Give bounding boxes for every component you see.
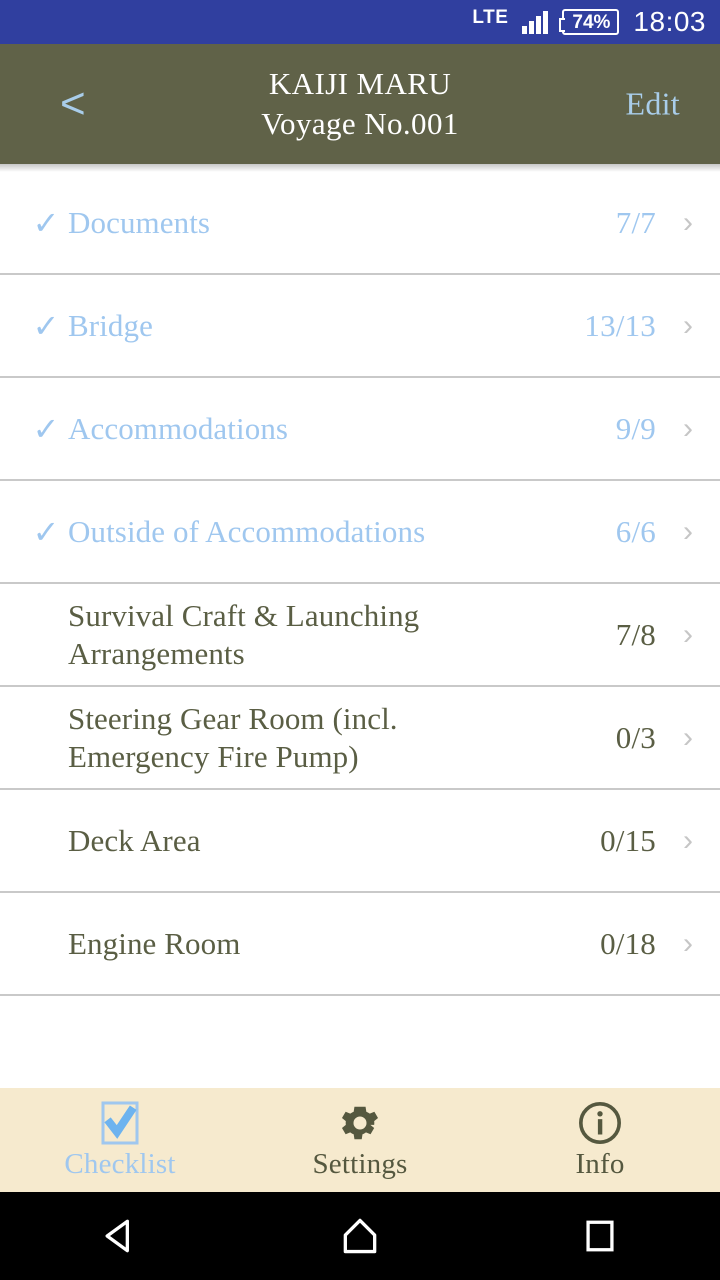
tab-info[interactable]: Info [480, 1100, 720, 1181]
edit-button[interactable]: Edit [625, 86, 680, 123]
vessel-name-label: KAIJI MARU [268, 66, 452, 102]
voyage-number-label: Voyage No.001 [261, 106, 459, 141]
home-icon [343, 1218, 377, 1254]
tab-checklist-label: Checklist [64, 1147, 176, 1180]
clock-label: 18:03 [633, 6, 706, 37]
nav-back-button[interactable] [60, 1192, 180, 1280]
chevron-right-icon: › [683, 823, 693, 857]
battery-icon: 74% [559, 9, 620, 35]
check-icon: ✓ [32, 307, 60, 344]
checklist-row[interactable]: ✓ Accommodations 9/9 › [0, 378, 720, 481]
android-nav-bar [0, 1192, 720, 1280]
square-recents-icon [586, 1220, 614, 1252]
checklist-row-label: Survival Craft & Launching Arrangements [68, 597, 420, 671]
check-placeholder: ✓ [24, 825, 68, 857]
page-title: KAIJI MARU Voyage No.001 [261, 64, 459, 143]
checklist-row-label: Bridge [68, 307, 153, 343]
checkbox-checked-icon [98, 1100, 142, 1146]
check-icon: ✓ [32, 410, 60, 447]
checklist-row[interactable]: ✓ Documents 7/7 › [0, 172, 720, 275]
check-placeholder: ✓ [24, 619, 68, 651]
chevron-right-icon: › [683, 514, 693, 548]
checklist-row-count: 0/15 [600, 822, 656, 858]
back-chevron-icon[interactable]: < [44, 76, 102, 132]
checklist-row[interactable]: ✓Engine Room 0/18 › [0, 893, 720, 996]
checklist-row[interactable]: ✓ Bridge 13/13 › [0, 275, 720, 378]
battery-percent-label: 74% [572, 11, 611, 33]
checklist-row-count: 0/18 [600, 925, 656, 961]
chevron-right-icon: › [683, 926, 693, 960]
triangle-back-icon [105, 1219, 129, 1253]
check-placeholder: ✓ [24, 928, 68, 960]
checklist-row-count: 0/3 [615, 719, 656, 755]
chevron-right-icon: › [683, 308, 693, 342]
checklist-row-count: 6/6 [615, 513, 656, 549]
checklist-row-count: 9/9 [615, 410, 656, 446]
chevron-right-icon: › [683, 205, 693, 239]
status-bar: LTE 74% 18:03 [0, 0, 720, 44]
app-header: < KAIJI MARU Voyage No.001 Edit [0, 44, 720, 164]
tab-settings[interactable]: Settings [240, 1100, 480, 1181]
info-circle-icon [577, 1100, 623, 1146]
checklist-row-count: 7/8 [615, 616, 656, 652]
checklist-row[interactable]: ✓Steering Gear Room (incl. Emergency Fir… [0, 687, 720, 790]
checklist-row-label: Accommodations [68, 410, 289, 446]
check-icon: ✓ [32, 513, 60, 550]
checklist-row-label: Outside of Accommodations [68, 513, 426, 549]
checklist-row-label: Deck Area [68, 822, 201, 858]
checklist-row-label: Steering Gear Room (incl. Emergency Fire… [68, 700, 398, 774]
chevron-right-icon: › [683, 720, 693, 754]
checklist-row[interactable]: ✓Survival Craft & Launching Arrangements… [0, 584, 720, 687]
checklist-row-label: Engine Room [68, 925, 241, 961]
signal-strength-icon [522, 10, 549, 34]
network-type-label: LTE [472, 7, 509, 28]
header-shadow [0, 164, 720, 172]
checklist-list: ✓ Documents 7/7 › ✓ Bridge 13/13 › ✓ Accommodatio… [0, 172, 720, 996]
check-placeholder: ✓ [24, 722, 68, 754]
chevron-right-icon: › [683, 411, 693, 445]
checklist-row[interactable]: ✓Deck Area 0/15 › [0, 790, 720, 893]
chevron-right-icon: › [683, 617, 693, 651]
check-icon: ✓ [32, 204, 60, 241]
gear-icon [337, 1100, 383, 1146]
checklist-row[interactable]: ✓ Outside of Accommodations 6/6 › [0, 481, 720, 584]
checklist-row-label: Documents [68, 204, 211, 240]
tab-settings-label: Settings [312, 1147, 408, 1180]
phone-screen: LTE 74% 18:03 < KAIJI MARU Voyage No.001… [0, 0, 720, 1280]
bottom-tab-bar: Checklist Settings Info [0, 1088, 720, 1192]
tab-info-label: Info [575, 1147, 625, 1180]
checklist-row-count: 7/7 [615, 204, 656, 240]
nav-home-button[interactable] [300, 1192, 420, 1280]
checklist-row-count: 13/13 [584, 307, 656, 343]
nav-recents-button[interactable] [540, 1192, 660, 1280]
tab-checklist[interactable]: Checklist [0, 1100, 240, 1181]
